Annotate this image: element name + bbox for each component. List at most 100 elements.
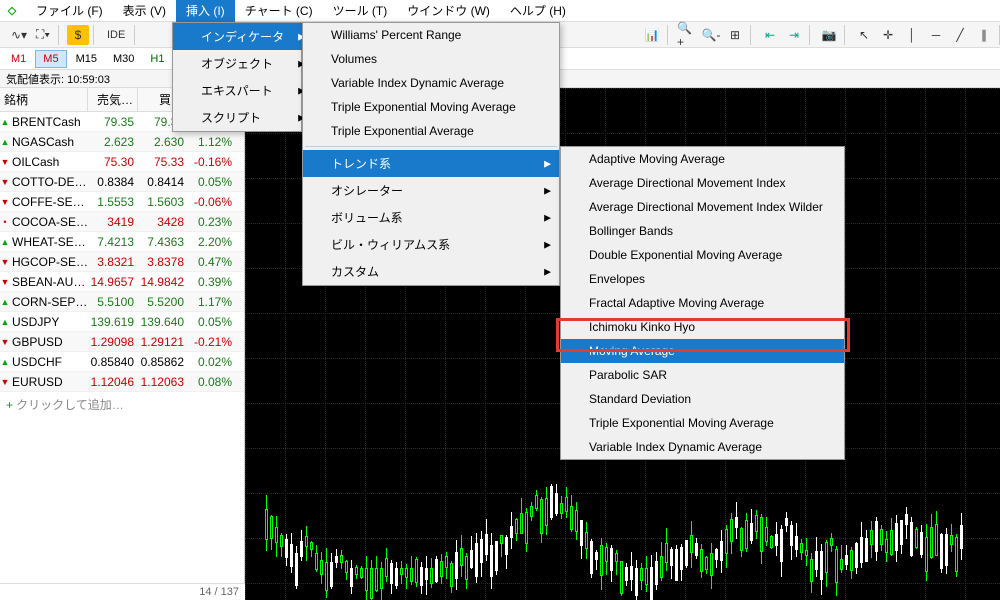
dollar-icon[interactable]: $ <box>67 25 89 45</box>
symbol-name: USDJPY <box>10 315 88 329</box>
symbol-row[interactable]: ▲USDCHF0.858400.858620.02% <box>0 352 244 372</box>
grid-icon[interactable]: ⊞ <box>724 25 746 45</box>
menu-view[interactable]: 表示 (V) <box>113 0 176 22</box>
symbol-row[interactable]: ▲NGASCash2.6232.6301.12% <box>0 132 244 152</box>
symbol-name: HGCOP-SE… <box>10 255 88 269</box>
trend-sd[interactable]: Standard Deviation <box>561 387 844 411</box>
trend-vida[interactable]: Variable Index Dynamic Average <box>561 435 844 459</box>
symbol-name: BRENTCash <box>10 115 88 129</box>
direction-icon: ▼ <box>0 377 10 387</box>
menu-indicator[interactable]: インディケータ▶ <box>173 23 313 50</box>
trend-ma[interactable]: Moving Average <box>561 339 844 363</box>
change-pct: -0.16% <box>188 155 236 169</box>
chart-candle-icon[interactable]: ⛶▾ <box>32 25 54 45</box>
tf-m15[interactable]: M15 <box>69 51 104 67</box>
market-watch-footer: 14 / 137 <box>0 583 245 600</box>
direction-icon: ▲ <box>0 237 10 247</box>
change-pct: 1.12% <box>188 135 236 149</box>
col-symbol[interactable]: 銘柄 <box>0 88 88 111</box>
bid-price: 3.8321 <box>88 255 138 269</box>
ide-button[interactable]: IDE <box>102 25 130 45</box>
symbol-row[interactable]: ▼COFFE-SEP231.55531.5603-0.06% <box>0 192 244 212</box>
autoscroll-icon[interactable]: ⇥ <box>783 25 805 45</box>
direction-icon: ▲ <box>0 357 10 367</box>
tf-h1[interactable]: H1 <box>143 51 171 67</box>
direction-icon: ▼ <box>0 337 10 347</box>
symbol-row[interactable]: ▼COTTO-DE…0.83840.84140.05% <box>0 172 244 192</box>
symbol-row[interactable]: ▼SBEAN-AU…14.965714.98420.39% <box>0 272 244 292</box>
symbol-row[interactable]: ▼GBPUSD1.290981.29121-0.21% <box>0 332 244 352</box>
zoom-out-icon[interactable]: 🔍- <box>700 25 722 45</box>
crosshair-icon[interactable]: ✛ <box>877 25 899 45</box>
trend-ichi[interactable]: Ichimoku Kinko Hyo <box>561 315 844 339</box>
symbol-name: WHEAT-SE… <box>10 235 88 249</box>
trendline-icon[interactable]: ╱ <box>949 25 971 45</box>
menu-object[interactable]: オブジェクト▶ <box>173 50 313 77</box>
symbol-row[interactable]: ▲CORN-SEP235.51005.52001.17% <box>0 292 244 312</box>
ind-billwilliams[interactable]: ビル・ウィリアムス系▶ <box>303 231 559 258</box>
menu-tools[interactable]: ツール (T) <box>323 0 398 22</box>
shift-icon[interactable]: ⇤ <box>759 25 781 45</box>
trend-dema[interactable]: Double Exponential Moving Average <box>561 243 844 267</box>
change-pct: 0.05% <box>188 315 236 329</box>
menu-window[interactable]: ウインドウ (W) <box>397 0 500 22</box>
trend-adxw[interactable]: Average Directional Movement Index Wilde… <box>561 195 844 219</box>
trend-tema[interactable]: Triple Exponential Moving Average <box>561 411 844 435</box>
ind-tema[interactable]: Triple Exponential Moving Average <box>303 95 559 119</box>
ind-vida[interactable]: Variable Index Dynamic Average <box>303 71 559 95</box>
symbol-name: GBPUSD <box>10 335 88 349</box>
symbol-row[interactable]: ▼EURUSD1.120461.120630.08% <box>0 372 244 392</box>
menu-help[interactable]: ヘルプ (H) <box>500 0 576 22</box>
change-pct: 0.39% <box>188 275 236 289</box>
ask-price: 2.630 <box>138 135 188 149</box>
ind-custom[interactable]: カスタム▶ <box>303 258 559 285</box>
trend-env[interactable]: Envelopes <box>561 267 844 291</box>
tf-m30[interactable]: M30 <box>106 51 141 67</box>
ind-oscillator[interactable]: オシレーター▶ <box>303 177 559 204</box>
symbol-row[interactable]: ▲WHEAT-SE…7.42137.43632.20% <box>0 232 244 252</box>
chart-line-icon[interactable]: ∿▾ <box>8 25 30 45</box>
menu-file[interactable]: ファイル (F) <box>26 0 113 22</box>
ind-tea[interactable]: Triple Exponential Average <box>303 119 559 143</box>
change-pct: 0.08% <box>188 375 236 389</box>
ind-trend[interactable]: トレンド系▶ <box>303 150 559 177</box>
hline-icon[interactable]: ─ <box>925 25 947 45</box>
tf-m1[interactable]: M1 <box>4 51 33 67</box>
trend-fama[interactable]: Fractal Adaptive Moving Average <box>561 291 844 315</box>
ind-volume[interactable]: ボリューム系▶ <box>303 204 559 231</box>
bid-price: 75.30 <box>88 155 138 169</box>
bid-price: 7.4213 <box>88 235 138 249</box>
col-bid[interactable]: 売気… <box>88 88 138 111</box>
ind-wpr[interactable]: Williams' Percent Range <box>303 23 559 47</box>
indicator-menu: Williams' Percent Range Volumes Variable… <box>302 22 560 286</box>
menu-script[interactable]: スクリプト▶ <box>173 104 313 131</box>
trend-menu: Adaptive Moving Average Average Directio… <box>560 146 845 460</box>
trend-adx[interactable]: Average Directional Movement Index <box>561 171 844 195</box>
symbol-row[interactable]: ▼HGCOP-SE…3.83213.83780.47% <box>0 252 244 272</box>
bid-price: 1.5553 <box>88 195 138 209</box>
symbol-row[interactable]: ▼OILCash75.3075.33-0.16% <box>0 152 244 172</box>
add-symbol-row[interactable]: + クリックして追加… <box>0 392 244 417</box>
symbol-name: NGASCash <box>10 135 88 149</box>
menu-chart[interactable]: チャート (C) <box>235 0 323 22</box>
ind-volumes[interactable]: Volumes <box>303 47 559 71</box>
change-pct: -0.21% <box>188 335 236 349</box>
ask-price: 139.640 <box>138 315 188 329</box>
channel-icon[interactable]: ∥ <box>973 25 995 45</box>
menu-insert[interactable]: 挿入 (I) <box>176 0 235 22</box>
cursor-icon[interactable]: ↖ <box>853 25 875 45</box>
camera-icon[interactable]: 📷 <box>818 25 840 45</box>
bid-price: 1.29098 <box>88 335 138 349</box>
trend-psar[interactable]: Parabolic SAR <box>561 363 844 387</box>
vline-icon[interactable]: │ <box>901 25 923 45</box>
chart-type-icon[interactable]: 📊 <box>641 25 663 45</box>
menu-expert[interactable]: エキスパート▶ <box>173 77 313 104</box>
trend-ama[interactable]: Adaptive Moving Average <box>561 147 844 171</box>
trend-bb[interactable]: Bollinger Bands <box>561 219 844 243</box>
symbol-row[interactable]: ▲USDJPY139.619139.6400.05% <box>0 312 244 332</box>
symbol-row[interactable]: •COCOA-SE…341934280.23% <box>0 212 244 232</box>
direction-icon: ▲ <box>0 137 10 147</box>
tf-m5[interactable]: M5 <box>35 50 66 68</box>
ask-price: 3.8378 <box>138 255 188 269</box>
zoom-in-icon[interactable]: 🔍+ <box>676 25 698 45</box>
